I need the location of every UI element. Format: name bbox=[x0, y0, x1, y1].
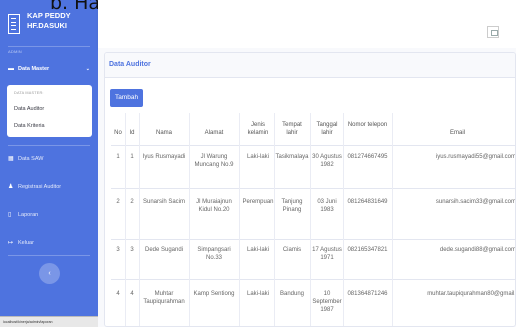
column-header-nomor-telepon[interactable]: Nomor telepon bbox=[345, 121, 390, 129]
table-column-line bbox=[392, 113, 393, 326]
submenu-heading: DATA MASTER: bbox=[14, 91, 44, 95]
user-plus-icon: ♟ bbox=[8, 184, 14, 190]
column-header-tempat-lahir[interactable]: Tempat lahir bbox=[276, 121, 308, 137]
file-icon: ▯ bbox=[8, 212, 12, 218]
table-cell: Bandung bbox=[279, 291, 305, 297]
table-cell: Jl Muraiajnun Kidul No.20 bbox=[196, 199, 232, 213]
chevron-left-icon: ‹ bbox=[48, 270, 51, 277]
column-header-alamat[interactable]: Alamat bbox=[189, 129, 239, 137]
table-cell: Iyus Rusmayadi bbox=[142, 154, 186, 160]
avatar[interactable] bbox=[487, 26, 499, 38]
table-column-line bbox=[239, 113, 240, 326]
table-cell: Tanjung Pinang bbox=[281, 199, 303, 213]
table-column-line bbox=[189, 113, 190, 326]
table-cell: 03 Juni 1983 bbox=[317, 199, 337, 213]
table-cell: dede.sugandi88@gmail.com bbox=[439, 247, 516, 253]
table-cell: 10 September 1987 bbox=[312, 291, 342, 313]
sidebar-item-data-master[interactable]: ▬ Data Master ⌄ bbox=[0, 62, 98, 76]
card-title: Data Auditor bbox=[109, 61, 151, 68]
sidebar-toggle-button[interactable]: ‹ bbox=[39, 263, 60, 284]
table-header-divider bbox=[111, 145, 515, 146]
table-cell: Perempuan bbox=[242, 199, 274, 205]
table-cell: 1 bbox=[116, 154, 120, 160]
sign-out-icon: ↦ bbox=[8, 240, 14, 246]
sidebar: KAP PEDDY HF.DASUKI ADMIN ▬ Data Master … bbox=[0, 0, 98, 327]
table-cell: sunarsih.sacim33@gmail.com bbox=[435, 199, 516, 205]
table-column-line bbox=[343, 113, 344, 326]
add-auditor-button[interactable]: Tambah bbox=[110, 89, 143, 107]
table-cell: 4 bbox=[116, 291, 120, 297]
sidebar-divider bbox=[8, 255, 90, 256]
topbar bbox=[98, 0, 516, 48]
table-cell: Kamp Sentiong bbox=[193, 291, 235, 297]
table-cell: Tasikmalaya bbox=[275, 154, 309, 160]
table-cell: Ciamis bbox=[282, 247, 302, 253]
table-column-line bbox=[274, 113, 275, 326]
table-cell: 3 bbox=[130, 247, 134, 253]
data-auditor-card: Data Auditor Tambah No Id Nama Alamat Je… bbox=[104, 52, 516, 327]
table-column-line bbox=[139, 113, 140, 326]
table-cell: 4 bbox=[130, 291, 134, 297]
table-cell: 30 Agustus 1982 bbox=[312, 154, 342, 168]
column-header-jenis-kelamin[interactable]: Jenis kelamin bbox=[243, 121, 273, 137]
table-cell: Laki-laki bbox=[246, 154, 269, 160]
sidebar-item-label: Registrasi Auditor bbox=[18, 184, 62, 190]
submenu-item-data-kriteria[interactable]: Data Kriteria bbox=[14, 123, 45, 129]
table-cell: 081274667495 bbox=[347, 154, 388, 160]
sidebar-item-label: Keluar bbox=[18, 240, 34, 246]
status-bar-url: localhost/kinerja/admin/laporan bbox=[0, 316, 98, 327]
table-cell: Jl Warung Muncang No.9 bbox=[194, 154, 234, 168]
chevron-down-icon: ⌄ bbox=[85, 66, 90, 72]
column-header-email[interactable]: Email bbox=[400, 129, 515, 137]
table-cell: 1 bbox=[130, 154, 134, 160]
sidebar-item-label: Data Master bbox=[18, 66, 50, 72]
table-cell: iyus.rusmayadi55@gmail.com bbox=[435, 154, 516, 160]
sidebar-item-label: Data SAW bbox=[18, 156, 44, 162]
sidebar-heading: ADMIN bbox=[8, 49, 22, 54]
folder-icon: ▬ bbox=[8, 66, 14, 72]
table-cell: 3 bbox=[116, 247, 120, 253]
table-cell: 17 Agustus 1971 bbox=[312, 247, 342, 261]
table-cell: Sunarsih Sacim bbox=[142, 199, 186, 205]
table-cell: 2 bbox=[130, 199, 134, 205]
table-column-line bbox=[125, 113, 126, 326]
table-row-divider bbox=[111, 239, 515, 240]
table-column-line bbox=[310, 113, 311, 326]
table-cell: 081364871246 bbox=[347, 291, 388, 297]
sidebar-item-keluar[interactable]: ↦ Keluar bbox=[0, 236, 98, 250]
column-header-nama[interactable]: Nama bbox=[139, 129, 189, 137]
sidebar-item-laporan[interactable]: ▯ Laporan bbox=[0, 208, 98, 222]
table-cell: Laki-laki bbox=[246, 291, 269, 297]
sidebar-divider bbox=[8, 145, 90, 146]
table-cell: Laki-laki bbox=[246, 247, 269, 253]
sidebar-item-label: Laporan bbox=[18, 212, 39, 218]
table-cell: 082165347821 bbox=[347, 247, 388, 253]
table-cell: Muhtar Taupiqurahman bbox=[143, 291, 185, 305]
table-cell: 2 bbox=[116, 199, 120, 205]
sidebar-item-registrasi-auditor[interactable]: ♟ Registrasi Auditor bbox=[0, 180, 98, 194]
table-cell: Dede Sugandi bbox=[144, 247, 184, 253]
sidebar-item-data-saw[interactable]: ▦ Data SAW bbox=[0, 152, 98, 166]
table-cell: 081264831649 bbox=[347, 199, 388, 205]
table-row-divider bbox=[111, 188, 515, 189]
table-cell: muhtar.taupiqurahman80@gmail. bbox=[427, 291, 516, 297]
column-header-tanggal-lahir[interactable]: Tanggal lahir bbox=[312, 121, 342, 137]
submenu-item-data-auditor[interactable]: Data Auditor bbox=[14, 106, 44, 112]
sidebar-divider bbox=[8, 46, 90, 47]
column-header-id[interactable]: Id bbox=[125, 129, 139, 137]
column-header-no[interactable]: No bbox=[111, 129, 125, 137]
card-header: Data Auditor bbox=[105, 53, 515, 78]
submenu-data-master: DATA MASTER: Data Auditor Data Kriteria bbox=[7, 85, 92, 137]
table-cell: Simpangsari No.33 bbox=[197, 247, 231, 261]
table-row-divider bbox=[111, 279, 515, 280]
table-icon: ▦ bbox=[8, 156, 14, 162]
